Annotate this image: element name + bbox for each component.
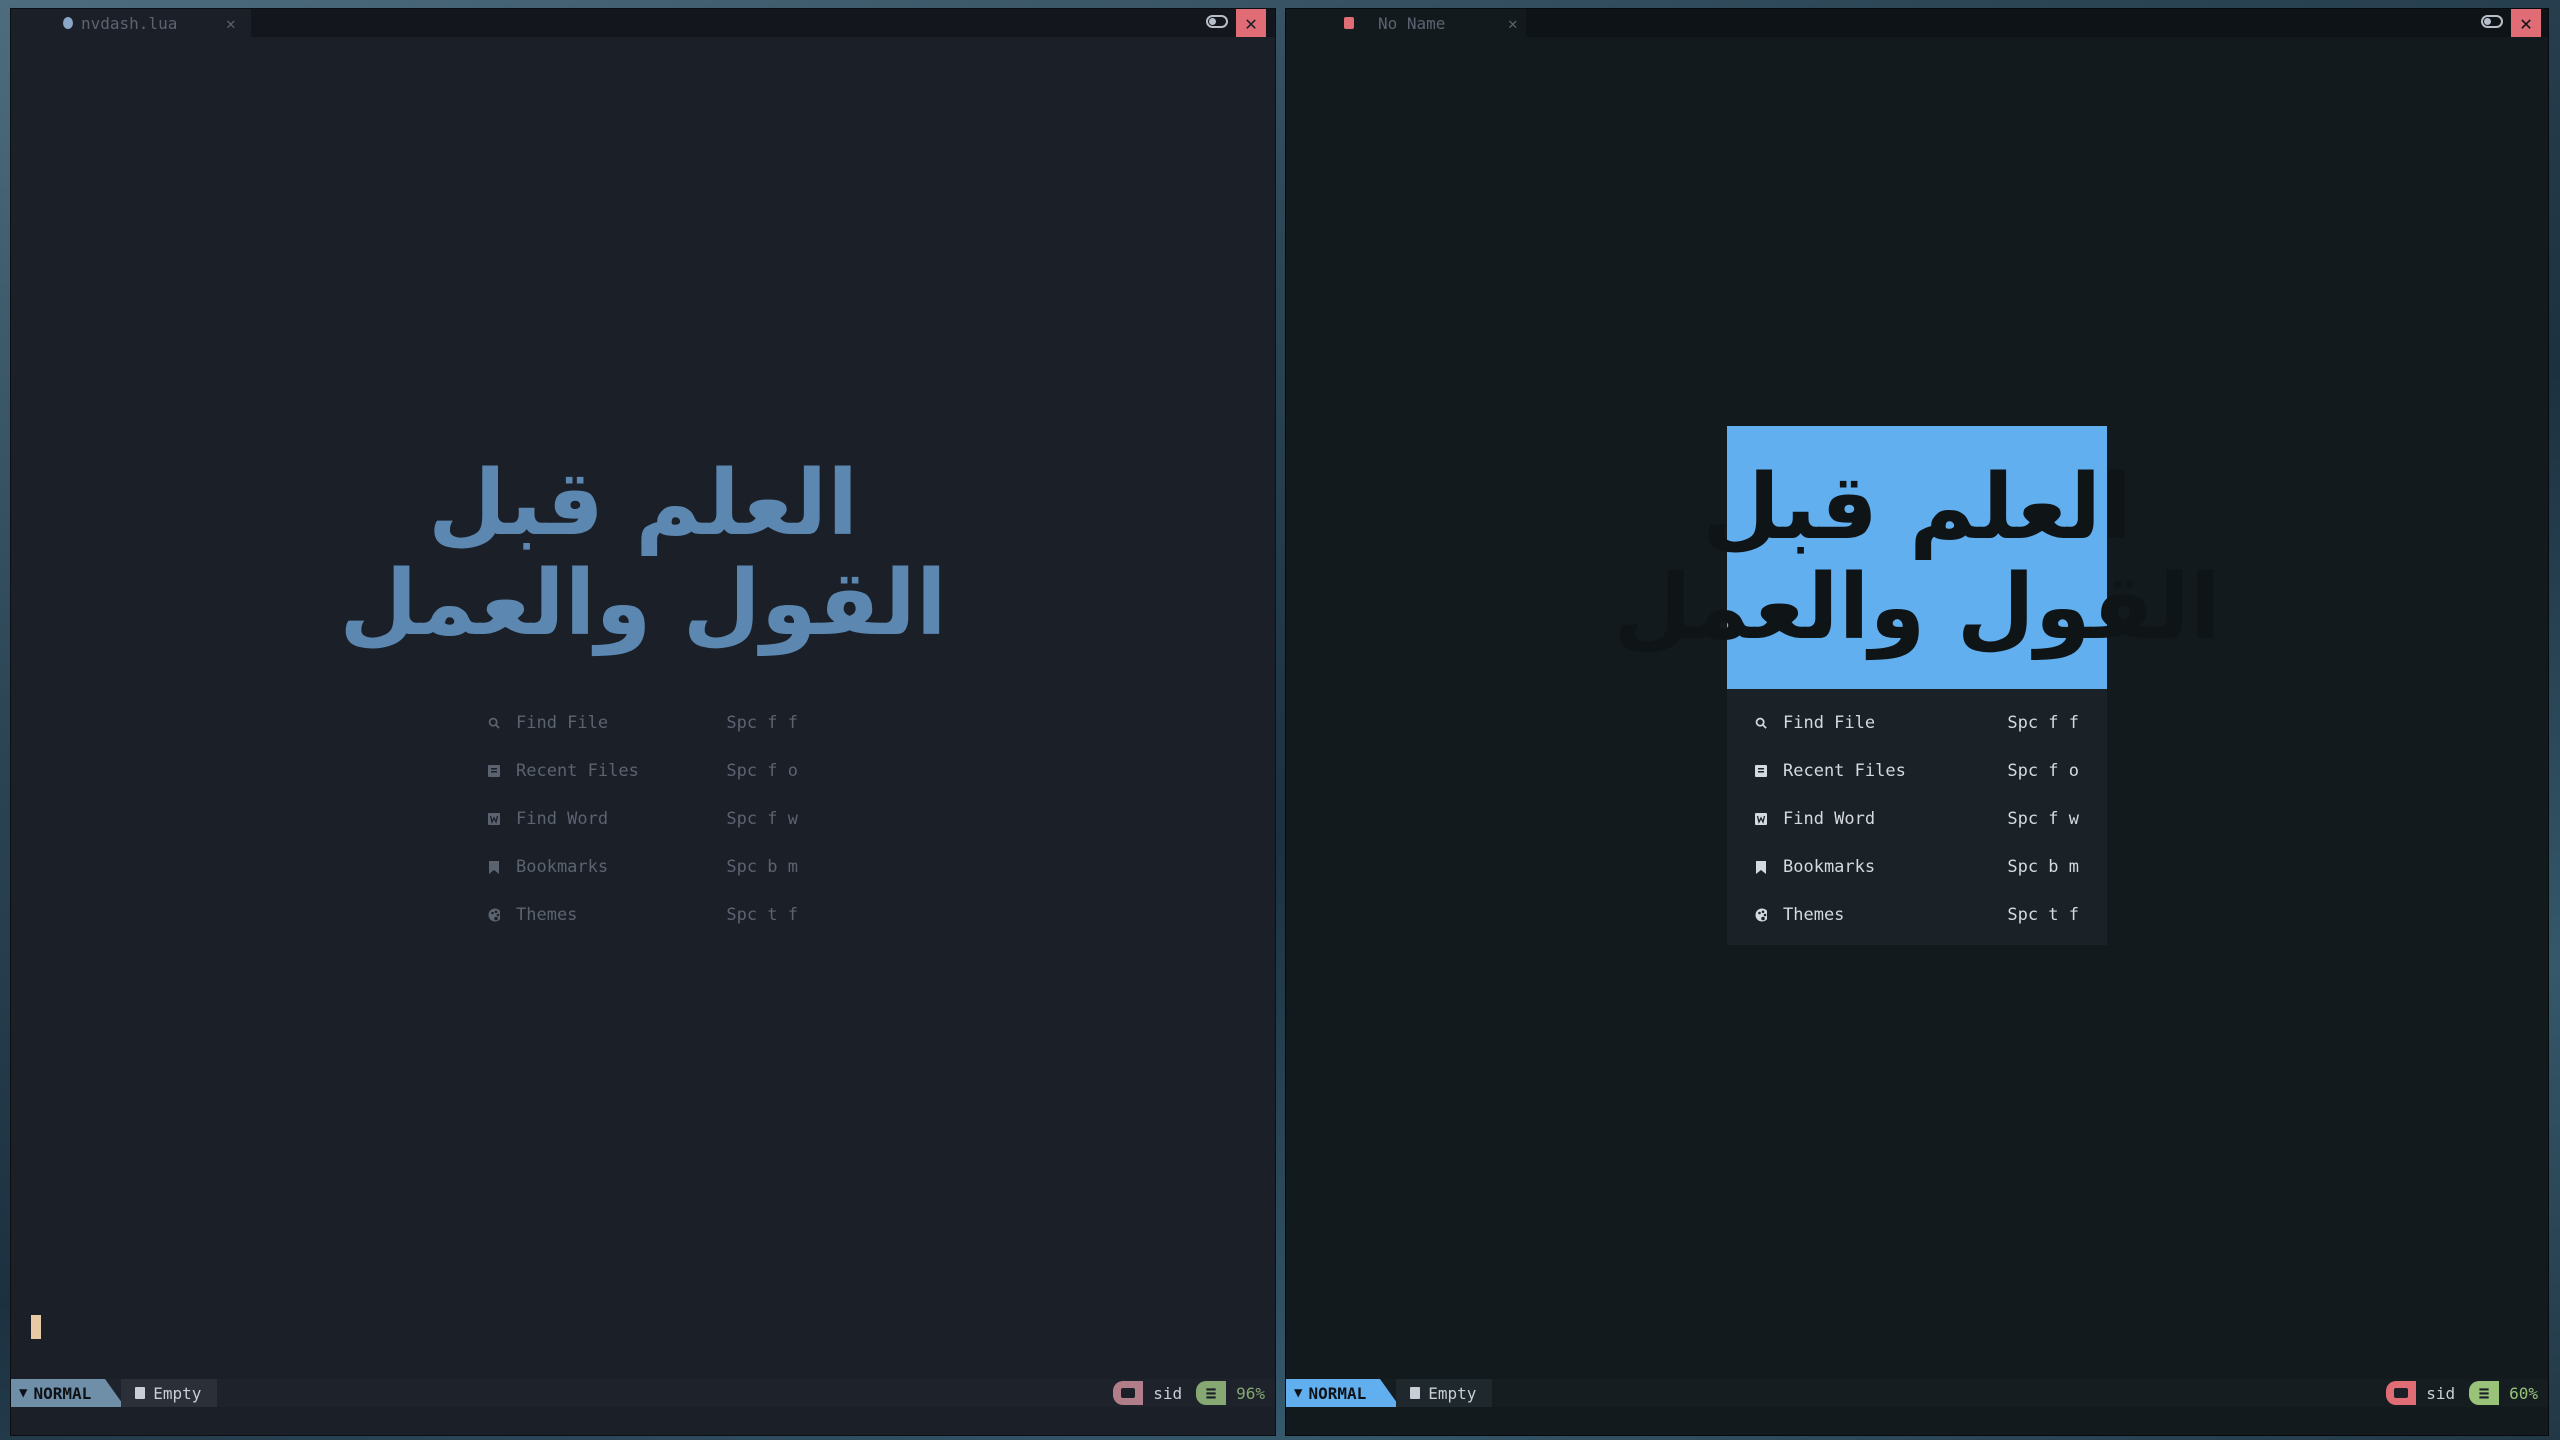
tabline: nvdash.lua ✕ ✕: [11, 9, 1275, 37]
menu-shortcut: Spc f f: [726, 713, 798, 733]
cursor-position: 60%: [2509, 1383, 2538, 1403]
cwd-label: sid: [1153, 1383, 1183, 1403]
mode-indicator: ▼ NORMAL: [1286, 1379, 1381, 1407]
logo-line-1: العلم قبل: [427, 451, 859, 556]
mode-label: NORMAL: [33, 1383, 92, 1403]
logo-line-2: القول والعمل: [339, 551, 947, 656]
tab-close-icon[interactable]: ✕: [1508, 14, 1518, 33]
palette-icon: [488, 908, 500, 922]
right-terminal-window[interactable]: No Name ✕ ✕ العلم قبل القول والعمل Find …: [1285, 8, 2549, 1436]
menu-item-recent-files[interactable]: Recent Files Spc f o: [1727, 747, 2107, 795]
dashboard-menu: Find File Spc f f Recent Files Spc f o F…: [478, 699, 808, 939]
menu-shortcut: Spc f o: [726, 761, 798, 781]
calligraphy-logo: العلم قبل القول والعمل: [1613, 426, 2221, 689]
menu-item-bookmarks[interactable]: Bookmarks Spc b m: [478, 843, 808, 891]
folder-icon: [2386, 1381, 2417, 1405]
folder-icon: [1113, 1381, 1144, 1405]
mode-indicator: ▼ NORMAL: [11, 1379, 106, 1407]
word-icon: [1755, 813, 1767, 825]
file-icon: [1410, 1387, 1421, 1399]
logo-line-1: العلم قبل: [1701, 454, 2133, 560]
file-name: Empty: [1428, 1383, 1477, 1403]
dashboard-menu: Find File Spc f f Recent Files Spc f o F…: [1727, 689, 2107, 945]
left-terminal-window[interactable]: nvdash.lua ✕ ✕ العلم قبل القول والعمل Fi…: [10, 8, 1276, 1436]
menu-label: Find File: [516, 713, 609, 733]
menu-item-find-word[interactable]: Find Word Spc f w: [1727, 795, 2107, 843]
menu-item-recent-files[interactable]: Recent Files Spc f o: [478, 747, 808, 795]
text-cursor: [31, 1315, 41, 1339]
cwd-label: sid: [2426, 1383, 2456, 1403]
command-line[interactable]: [11, 1407, 1275, 1435]
menu-label: Find Word: [516, 809, 609, 829]
menu-shortcut: Spc b m: [726, 857, 798, 877]
file-name: Empty: [153, 1383, 202, 1403]
close-icon[interactable]: ✕: [2511, 9, 2541, 37]
logo-line-2: القول والعمل: [1613, 554, 2221, 660]
file-icon: [135, 1387, 146, 1399]
tab-close-icon[interactable]: ✕: [226, 14, 236, 33]
menu-shortcut: Spc f o: [2007, 761, 2079, 781]
menu-label: Find File: [1783, 713, 1876, 733]
position-icon: ≡: [1196, 1381, 1227, 1405]
menu-shortcut: Spc b m: [2007, 857, 2079, 877]
dashboard-header: العلم قبل القول والعمل: [11, 419, 1275, 689]
menu-label: Find Word: [1783, 809, 1876, 829]
theme-toggle-icon[interactable]: [1206, 15, 1228, 28]
lua-file-icon: [63, 17, 73, 29]
menu-item-find-word[interactable]: Find Word Spc f w: [478, 795, 808, 843]
file-icon: [1755, 765, 1767, 777]
search-icon: [1755, 717, 1767, 729]
menu-shortcut: Spc t f: [726, 905, 798, 925]
theme-toggle-icon[interactable]: [2481, 15, 2503, 28]
menu-label: Bookmarks: [1783, 857, 1876, 877]
search-icon: [488, 717, 500, 729]
tab-label: No Name: [1378, 13, 1446, 33]
tabline: No Name ✕ ✕: [1286, 9, 2548, 37]
mode-label: NORMAL: [1308, 1383, 1367, 1403]
bookmark-icon: [488, 860, 500, 874]
file-info: Empty: [1396, 1379, 1493, 1407]
word-icon: [488, 813, 500, 825]
tab-label: nvdash.lua: [81, 13, 178, 33]
menu-shortcut: Spc f f: [2007, 713, 2079, 733]
menu-item-themes[interactable]: Themes Spc t f: [478, 891, 808, 939]
menu-shortcut: Spc t f: [2007, 905, 2079, 925]
menu-label: Recent Files: [1783, 761, 1906, 781]
menu-shortcut: Spc f w: [726, 809, 798, 829]
bookmark-icon: [1755, 860, 1767, 874]
vim-icon: ▼: [19, 1385, 28, 1401]
menu-item-find-file[interactable]: Find File Spc f f: [478, 699, 808, 747]
close-icon[interactable]: ✕: [1236, 9, 1266, 37]
menu-label: Recent Files: [516, 761, 639, 781]
menu-shortcut: Spc f w: [2007, 809, 2079, 829]
menu-label: Bookmarks: [516, 857, 609, 877]
menu-label: Themes: [516, 905, 578, 925]
file-info: Empty: [121, 1379, 218, 1407]
menu-item-find-file[interactable]: Find File Spc f f: [1727, 699, 2107, 747]
palette-icon: [1755, 908, 1767, 922]
calligraphy-logo: العلم قبل القول والعمل: [339, 429, 946, 679]
buffer-tab[interactable]: nvdash.lua ✕: [11, 9, 251, 37]
menu-item-bookmarks[interactable]: Bookmarks Spc b m: [1727, 843, 2107, 891]
menu-label: Themes: [1783, 905, 1845, 925]
buffer-tab[interactable]: No Name ✕: [1286, 9, 1526, 37]
position-icon: ≡: [2469, 1381, 2500, 1405]
statusline: ▼ NORMAL Empty sid ≡ 60%: [1286, 1379, 2548, 1407]
menu-item-themes[interactable]: Themes Spc t f: [1727, 891, 2107, 939]
dashboard-header: العلم قبل القول والعمل: [1286, 419, 2548, 689]
cursor-position: 96%: [1236, 1383, 1265, 1403]
file-icon: [488, 765, 500, 777]
file-icon: [1344, 17, 1354, 29]
vim-icon: ▼: [1294, 1385, 1303, 1401]
statusline: ▼ NORMAL Empty sid ≡ 96%: [11, 1379, 1275, 1407]
command-line[interactable]: [1286, 1407, 2548, 1435]
